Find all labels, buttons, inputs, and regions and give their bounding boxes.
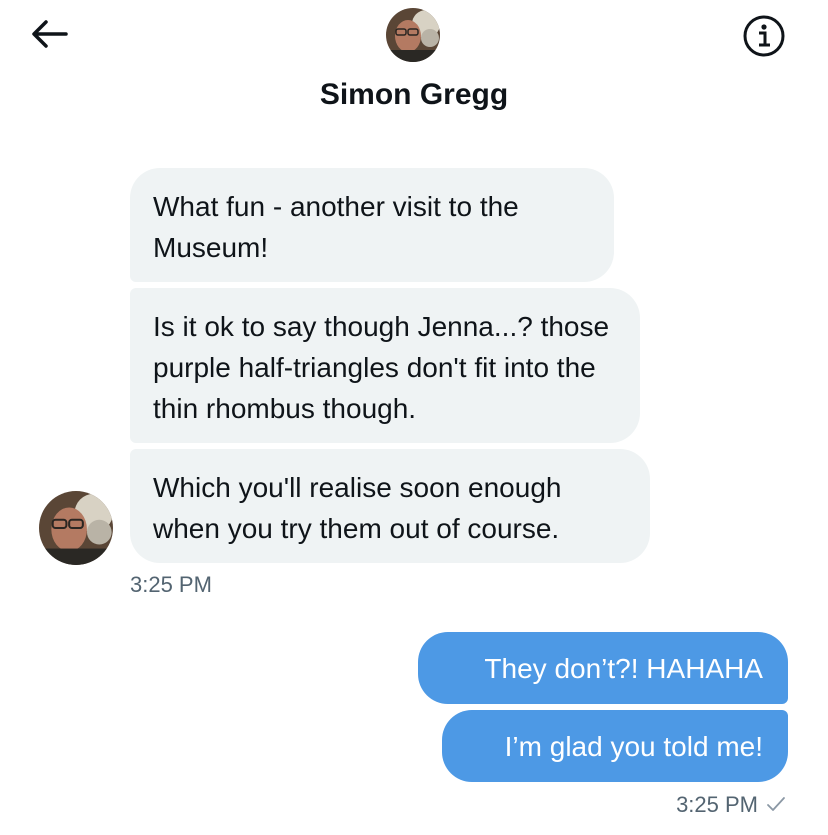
message-timestamp: 3:25 PM <box>676 792 758 817</box>
incoming-message[interactable]: What fun - another visit to the Museum! <box>130 168 614 282</box>
sender-avatar[interactable] <box>39 491 113 565</box>
outgoing-message[interactable]: I’m glad you told me! <box>442 710 788 782</box>
outgoing-status: 3:25 PM <box>676 792 786 818</box>
back-button[interactable] <box>28 16 70 52</box>
avatar-image <box>39 491 113 565</box>
arrow-left-icon <box>32 20 68 48</box>
outgoing-message-text: I’m glad you told me! <box>504 730 763 762</box>
contact-name: Simon Gregg <box>319 78 509 111</box>
contact-avatar[interactable] <box>386 8 440 62</box>
outgoing-message[interactable]: They don’t?! HAHAHA <box>418 632 788 704</box>
checkmark-icon <box>767 797 785 811</box>
conversation-info-button[interactable] <box>740 12 788 60</box>
message-timestamp: 3:25 PM <box>130 572 212 597</box>
outgoing-message-text: They don’t?! HAHAHA <box>484 652 763 684</box>
incoming-message[interactable]: Is it ok to say though Jenna...? those p… <box>130 288 640 443</box>
avatar-image <box>386 8 440 62</box>
incoming-message[interactable]: Which you'll realise soon enough when yo… <box>130 449 650 563</box>
info-circle-icon <box>743 15 785 57</box>
